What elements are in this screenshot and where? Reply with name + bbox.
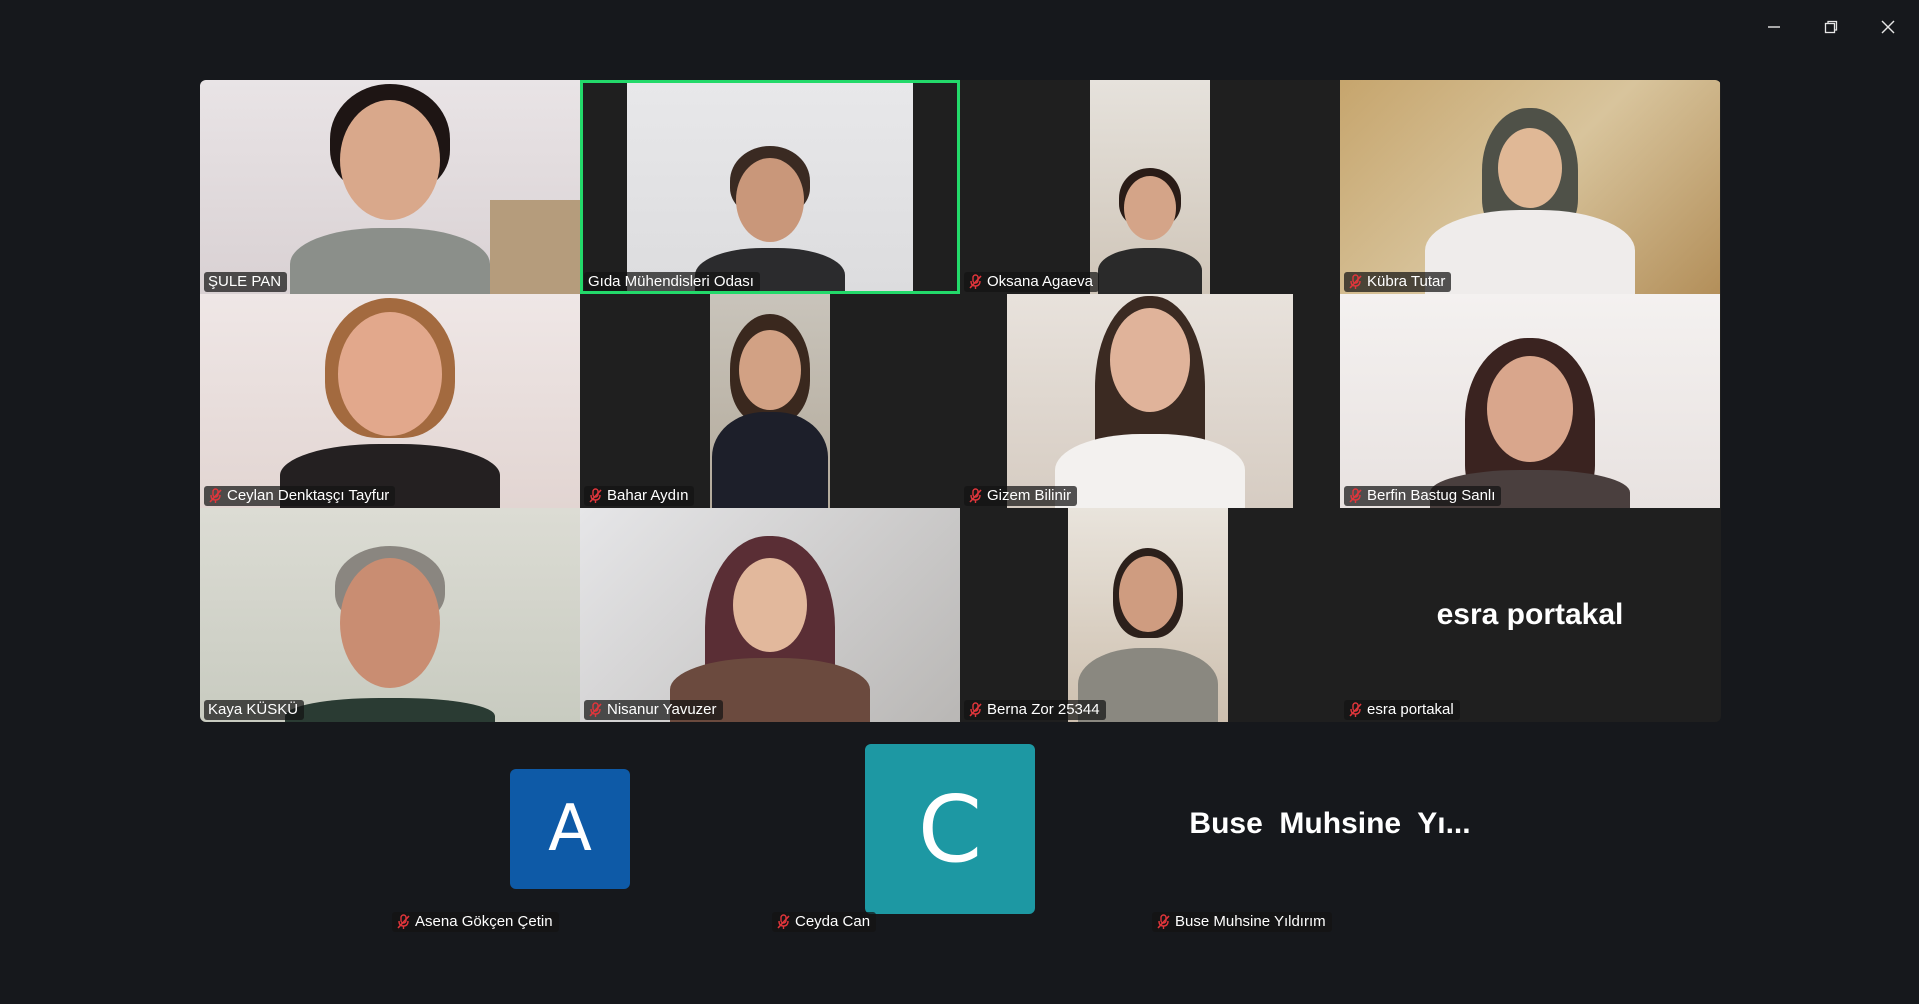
- participant-name: Berna Zor 25344: [987, 701, 1100, 718]
- video-feed: [627, 80, 913, 294]
- mic-muted-icon: [969, 702, 982, 717]
- close-icon: [1881, 20, 1895, 34]
- participant-name-tag: Oksana Agaeva: [964, 272, 1099, 292]
- participant-tile-avatar[interactable]: A Asena Gökçen Çetin: [380, 744, 760, 944]
- participant-name-tag: Berfin Bastug Sanlı: [1344, 486, 1502, 506]
- participant-display-name: Buse Muhsine Yı...: [1189, 807, 1471, 840]
- restore-button[interactable]: [1818, 14, 1844, 40]
- participant-tile[interactable]: Ceylan Denktaşçı Tayfur: [200, 294, 580, 508]
- participant-tile-avatar[interactable]: C Ceyda Can: [760, 744, 1140, 944]
- participant-figure: [1420, 80, 1640, 294]
- participant-name-tag: Kaya KÜSKÜ: [204, 700, 305, 720]
- bottom-participant-row: A Asena Gökçen Çetin C Ceyda Can Buse Mu…: [380, 744, 1530, 944]
- participant-tile[interactable]: Berfin Bastug Sanlı: [1340, 294, 1720, 508]
- participant-figure: [280, 80, 500, 294]
- avatar: C: [865, 744, 1035, 914]
- participant-name: ŞULE PAN: [208, 273, 282, 290]
- video-grid: ŞULE PAN Gıda Mühendisleri Odası Oksana: [200, 80, 1721, 722]
- restore-icon: [1824, 20, 1838, 34]
- participant-name-tag: Gizem Bilinir: [964, 486, 1078, 506]
- participant-figure: [280, 508, 500, 722]
- participant-name: Gıda Mühendisleri Odası: [588, 273, 754, 290]
- participant-name: Berfin Bastug Sanlı: [1367, 487, 1496, 504]
- participant-name-tag: Ceylan Denktaşçı Tayfur: [204, 486, 396, 506]
- video-feed: [1090, 80, 1210, 294]
- video-feed: [200, 80, 580, 294]
- participant-name: Nisanur Yavuzer: [607, 701, 717, 718]
- participant-name: Kübra Tutar: [1367, 273, 1446, 290]
- mic-muted-icon: [777, 914, 790, 929]
- participant-figure: [1095, 80, 1205, 294]
- participant-name: Kaya KÜSKÜ: [208, 701, 299, 718]
- participant-tile[interactable]: Nisanur Yavuzer: [580, 508, 960, 722]
- minimize-icon: [1768, 26, 1780, 28]
- video-feed: [710, 294, 830, 508]
- participant-name: Ceyda Can: [795, 913, 871, 930]
- participant-name-tag: Bahar Aydın: [584, 486, 695, 506]
- participant-tile[interactable]: Bahar Aydın: [580, 294, 960, 508]
- participant-figure: [1073, 508, 1223, 722]
- mic-muted-icon: [1157, 914, 1170, 929]
- participant-name: Bahar Aydın: [607, 487, 689, 504]
- mic-muted-icon: [397, 914, 410, 929]
- participant-name: Asena Gökçen Çetin: [415, 913, 553, 930]
- participant-tile[interactable]: Gizem Bilinir: [960, 294, 1340, 508]
- mic-muted-icon: [1349, 488, 1362, 503]
- participant-name: Buse Muhsine Yıldırım: [1175, 913, 1326, 930]
- participant-name: Ceylan Denktaşçı Tayfur: [227, 487, 390, 504]
- participant-figure: [1050, 294, 1250, 508]
- participant-name-tag: Gıda Mühendisleri Odası: [584, 272, 760, 292]
- participant-tile[interactable]: ŞULE PAN: [200, 80, 580, 294]
- participant-name-tag: esra portakal: [1344, 700, 1460, 720]
- mic-muted-icon: [1349, 274, 1362, 289]
- mic-muted-icon: [589, 488, 602, 503]
- participant-name-tag: Ceyda Can: [772, 912, 877, 932]
- avatar: A: [510, 769, 630, 889]
- participant-name: esra portakal: [1367, 701, 1454, 718]
- participant-name: Oksana Agaeva: [987, 273, 1093, 290]
- video-feed: [200, 294, 580, 508]
- participant-name: Gizem Bilinir: [987, 487, 1072, 504]
- participant-tile[interactable]: Kübra Tutar: [1340, 80, 1720, 294]
- video-feed: [1007, 294, 1293, 508]
- participant-name-tag: Buse Muhsine Yıldırım: [1152, 912, 1332, 932]
- participant-display-name: esra portakal: [1436, 598, 1624, 631]
- close-button[interactable]: [1875, 14, 1901, 40]
- participant-tile[interactable]: Oksana Agaeva: [960, 80, 1340, 294]
- video-feed: [1068, 508, 1228, 722]
- participant-figure: [660, 508, 880, 722]
- participant-name-tag: Asena Gökçen Çetin: [392, 912, 559, 932]
- video-feed: [580, 508, 960, 722]
- minimize-button[interactable]: [1761, 14, 1787, 40]
- participant-figure: [690, 80, 850, 294]
- mic-muted-icon: [969, 274, 982, 289]
- mic-muted-icon: [209, 488, 222, 503]
- participant-tile-video-off[interactable]: esra portakal esra portakal: [1340, 508, 1720, 722]
- participant-tile-video-off[interactable]: Buse Muhsine Yı... Buse Muhsine Yıldırım: [1140, 744, 1520, 944]
- participant-figure: [710, 294, 830, 508]
- participant-name-tag: Berna Zor 25344: [964, 700, 1106, 720]
- participant-figure: [1420, 294, 1640, 508]
- participant-name-tag: Nisanur Yavuzer: [584, 700, 723, 720]
- participant-tile[interactable]: Berna Zor 25344: [960, 508, 1340, 722]
- participant-name-tag: Kübra Tutar: [1344, 272, 1452, 292]
- participant-tile-active-speaker[interactable]: Gıda Mühendisleri Odası: [580, 80, 960, 294]
- participant-figure: [275, 294, 505, 508]
- mic-muted-icon: [589, 702, 602, 717]
- video-feed: [200, 508, 580, 722]
- mic-muted-icon: [969, 488, 982, 503]
- video-feed: [1340, 80, 1720, 294]
- video-feed: [1340, 294, 1720, 508]
- participant-tile[interactable]: Kaya KÜSKÜ: [200, 508, 580, 722]
- mic-muted-icon: [1349, 702, 1362, 717]
- participant-name-tag: ŞULE PAN: [204, 272, 288, 292]
